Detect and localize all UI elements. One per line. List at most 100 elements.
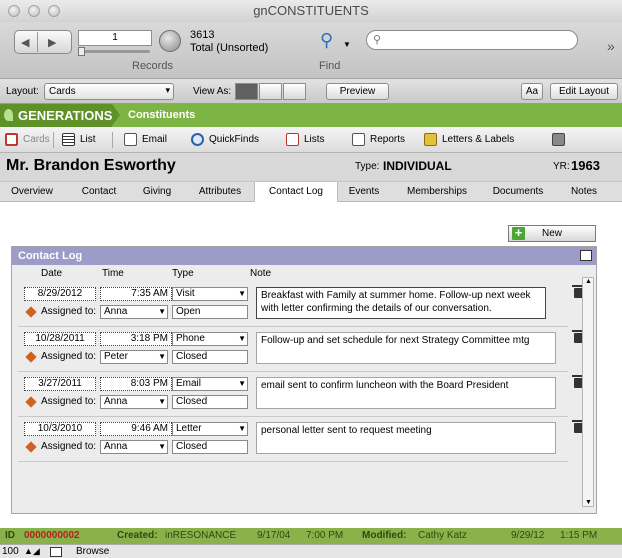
next-record-icon[interactable]: ▶ — [48, 36, 56, 49]
reports-icon — [352, 133, 365, 146]
created-label: Created: — [117, 530, 158, 541]
date-field[interactable]: 3/27/2011 — [24, 377, 96, 391]
brand-name: GENERATIONS — [18, 108, 113, 123]
chevron-down-icon: ▼ — [158, 307, 166, 316]
type-dropdown[interactable]: Visit ▼ — [172, 287, 248, 301]
assigned-dropdown[interactable]: Anna ▼ — [100, 395, 168, 409]
modified-label: Modified: — [362, 530, 407, 541]
type-dropdown[interactable]: Phone ▼ — [172, 332, 248, 346]
record-header: Mr. Brandon Esworthy Type: INDIVIDUAL YR… — [0, 153, 622, 181]
nav-quickfinds[interactable]: QuickFinds — [191, 133, 259, 147]
record-slider[interactable] — [78, 47, 150, 56]
status-area-toggle-icon[interactable] — [50, 547, 62, 557]
note-field[interactable]: email sent to confirm luncheon with the … — [256, 377, 556, 409]
nav-list[interactable]: List — [62, 133, 96, 147]
chevron-down-icon: ▼ — [158, 352, 166, 361]
tab-overview[interactable]: Overview — [0, 182, 64, 202]
time-field[interactable]: 3:18 PM — [100, 332, 172, 346]
status-field[interactable]: Closed — [172, 395, 248, 409]
section-title: Constituents — [128, 109, 196, 121]
zoom-window-button[interactable] — [48, 5, 60, 17]
toolbar-overflow-icon[interactable]: » — [607, 38, 615, 54]
assigned-label: Assigned to: — [41, 351, 97, 362]
module-nav: Cards List Email QuickFinds Lists Report… — [0, 127, 622, 153]
nav-list-label: List — [80, 134, 96, 146]
nav-gift[interactable] — [552, 133, 570, 147]
nav-letters-labels-label: Letters & Labels — [442, 134, 515, 146]
note-field[interactable]: Follow-up and set schedule for next Stra… — [256, 332, 556, 364]
layout-label: Layout: — [6, 86, 39, 97]
minimize-window-button[interactable] — [28, 5, 40, 17]
scroll-up-icon[interactable]: ▲ — [585, 278, 592, 285]
contact-log-content: + New Contact Log Date Time Type Note 8/… — [0, 202, 622, 528]
assigned-dropdown[interactable]: Anna ▼ — [100, 305, 168, 319]
nav-email[interactable]: Email — [124, 133, 167, 147]
nav-cards[interactable]: Cards — [5, 133, 50, 147]
column-header-date: Date — [41, 268, 63, 279]
tab-documents[interactable]: Documents — [486, 182, 550, 202]
contact-log-row: 10/3/2010 9:46 AM Letter ▼ Assigned to: A… — [18, 420, 585, 462]
magnifier-icon — [191, 133, 204, 146]
previous-record-icon[interactable]: ◀ — [21, 36, 29, 49]
tab-events[interactable]: Events — [342, 182, 386, 202]
portal-scrollbar[interactable]: ▲ ▼ — [582, 277, 594, 507]
type-dropdown[interactable]: Letter ▼ — [172, 422, 248, 436]
assigned-value: Anna — [104, 306, 128, 317]
assigned-dropdown[interactable]: Peter ▼ — [100, 350, 168, 364]
column-header-note: Note — [250, 268, 272, 279]
date-field[interactable]: 10/3/2010 — [24, 422, 96, 436]
contact-log-row: 10/28/2011 3:18 PM Phone ▼ Assigned to: P… — [18, 330, 585, 372]
time-field[interactable]: 8:03 PM — [100, 377, 172, 391]
status-field[interactable]: Closed — [172, 440, 248, 454]
tab-notes[interactable]: Notes — [562, 182, 606, 202]
tab-contact-log[interactable]: Contact Log — [254, 182, 338, 203]
new-contact-button[interactable]: + New — [508, 225, 596, 242]
contact-log-row: 8/29/2012 7:35 AM Visit ▼ Assigned to: An… — [18, 285, 585, 327]
created-time: 7:00 PM — [306, 530, 344, 541]
tab-contact[interactable]: Contact — [70, 182, 128, 202]
preview-button[interactable]: Preview — [326, 83, 389, 100]
close-window-button[interactable] — [8, 5, 20, 17]
status-field[interactable]: Closed — [172, 350, 248, 364]
time-field[interactable]: 7:35 AM — [100, 287, 172, 301]
record-book[interactable]: ◀ ▶ — [14, 30, 72, 54]
tab-attributes[interactable]: Attributes — [190, 182, 250, 202]
created-date: 9/17/04 — [257, 530, 291, 541]
layout-select[interactable]: Cards ▾ — [44, 83, 174, 100]
generations-logo[interactable]: GENERATIONS — [0, 104, 120, 127]
type-label: Type: — [355, 161, 380, 172]
view-form-button[interactable] — [235, 83, 258, 100]
text-format-button[interactable]: Aa — [521, 83, 543, 100]
type-dropdown[interactable]: Email ▼ — [172, 377, 248, 391]
record-slider-thumb[interactable] — [78, 47, 85, 56]
quick-search-input[interactable]: ⚲ — [366, 30, 578, 50]
nav-letters-labels[interactable]: Letters & Labels — [424, 133, 514, 147]
zoom-controls-icon[interactable]: ▲◢ — [24, 545, 40, 558]
panel-menu-icon[interactable] — [580, 250, 592, 261]
time-field[interactable]: 9:46 AM — [100, 422, 172, 436]
find-dropdown-icon[interactable]: ▼ — [343, 40, 351, 49]
record-number-input[interactable]: 1 — [78, 30, 152, 46]
view-list-button[interactable] — [259, 83, 282, 100]
note-field[interactable]: Breakfast with Family at summer home. Fo… — [256, 287, 546, 319]
id-label: ID — [5, 530, 15, 541]
edit-layout-button[interactable]: Edit Layout — [550, 83, 618, 100]
assigned-value: Peter — [104, 351, 128, 362]
nav-lists[interactable]: Lists — [286, 133, 325, 147]
assigned-dropdown[interactable]: Anna ▼ — [100, 440, 168, 454]
leaf-icon — [4, 109, 13, 121]
view-table-button[interactable] — [283, 83, 306, 100]
find-magnifier-icon[interactable]: ⚲ — [320, 30, 333, 51]
nav-reports[interactable]: Reports — [352, 133, 405, 147]
tab-memberships[interactable]: Memberships — [400, 182, 474, 202]
note-field[interactable]: personal letter sent to request meeting — [256, 422, 556, 454]
plus-icon: + — [512, 226, 525, 240]
tab-giving[interactable]: Giving — [134, 182, 180, 202]
date-field[interactable]: 10/28/2011 — [24, 332, 96, 346]
column-header-time: Time — [102, 268, 124, 279]
scroll-down-icon[interactable]: ▼ — [585, 499, 592, 506]
status-field[interactable]: Open — [172, 305, 248, 319]
date-field[interactable]: 8/29/2012 — [24, 287, 96, 301]
zoom-level[interactable]: 100 — [2, 545, 19, 558]
assigned-label: Assigned to: — [41, 306, 97, 317]
